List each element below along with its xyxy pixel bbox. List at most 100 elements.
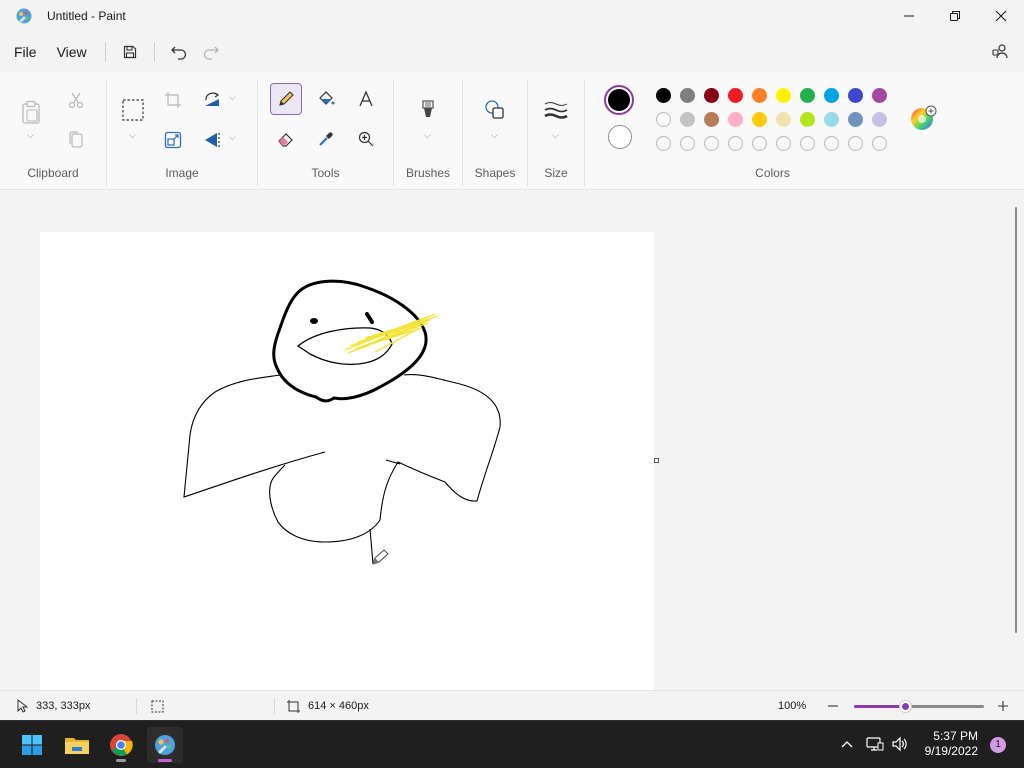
color-swatch[interactable] — [824, 112, 839, 127]
shapes-button[interactable] — [479, 94, 511, 126]
paint-taskbar-button[interactable] — [147, 727, 183, 763]
status-divider — [274, 698, 275, 714]
paste-chevron-down-icon[interactable]: ⌵ — [27, 130, 34, 141]
color-swatch[interactable] — [704, 112, 719, 127]
select-chevron-down-icon[interactable]: ⌵ — [129, 130, 136, 141]
crop-button[interactable] — [157, 84, 189, 116]
color-swatch[interactable] — [656, 112, 671, 127]
color-swatch[interactable] — [776, 88, 791, 103]
vertical-scrollbar[interactable] — [1015, 207, 1017, 633]
custom-color-slot[interactable] — [776, 136, 791, 151]
network-button[interactable] — [866, 736, 884, 755]
zoom-level-text[interactable]: 100% — [778, 691, 806, 721]
leg — [369, 528, 374, 565]
image-label: Image — [165, 166, 199, 180]
zoom-in-button[interactable] — [997, 691, 1009, 721]
custom-color-slot[interactable] — [656, 136, 671, 151]
color-swatch[interactable] — [872, 112, 887, 127]
zoom-slider[interactable] — [854, 701, 984, 712]
undo-button[interactable] — [163, 37, 195, 67]
color-swatch[interactable] — [656, 88, 671, 103]
text-tool[interactable] — [350, 83, 382, 115]
custom-color-slot[interactable] — [800, 136, 815, 151]
canvas-resize-handle[interactable] — [654, 458, 659, 463]
edit-colors-button[interactable] — [907, 102, 939, 134]
rotate-button[interactable] — [197, 84, 229, 116]
fill-tool[interactable] — [310, 83, 342, 115]
eraser-tool[interactable] — [270, 123, 302, 155]
custom-color-slot[interactable] — [824, 136, 839, 151]
zoom-slider-thumb[interactable] — [900, 701, 911, 712]
color-swatch[interactable] — [848, 88, 863, 103]
notification-badge[interactable]: 1 — [990, 737, 1006, 753]
size-chevron-down-icon[interactable]: ⌵ — [552, 130, 559, 141]
colors-label: Colors — [755, 166, 790, 180]
rotate-chevron-down-icon[interactable]: ⌵ — [229, 92, 236, 103]
close-button[interactable] — [978, 0, 1024, 32]
menu-divider — [153, 42, 155, 62]
minimize-button[interactable] — [886, 0, 932, 32]
brushes-button[interactable] — [412, 94, 444, 126]
menu-divider — [104, 42, 106, 62]
resize-button[interactable] — [157, 124, 189, 156]
head-outline — [272, 279, 428, 403]
crop-icon — [165, 92, 181, 108]
mouth — [296, 327, 393, 366]
color-swatch[interactable] — [872, 88, 887, 103]
color-swatch[interactable] — [752, 112, 767, 127]
color-swatch[interactable] — [800, 112, 815, 127]
custom-color-slot[interactable] — [680, 136, 695, 151]
save-button[interactable] — [114, 37, 146, 67]
color-swatch[interactable] — [752, 88, 767, 103]
start-button[interactable] — [14, 727, 50, 763]
zoom-out-button[interactable] — [827, 691, 839, 721]
brushes-chevron-down-icon[interactable]: ⌵ — [424, 130, 431, 141]
color-swatch[interactable] — [728, 112, 743, 127]
color-swatch[interactable] — [800, 88, 815, 103]
selection-size — [151, 691, 164, 721]
account-button[interactable] — [984, 36, 1016, 66]
magnifier-tool[interactable] — [350, 123, 382, 155]
color-picker-tool[interactable] — [310, 123, 342, 155]
file-explorer-button[interactable] — [59, 727, 95, 763]
color-swatch[interactable] — [824, 88, 839, 103]
size-button[interactable] — [540, 94, 572, 126]
rotate-icon — [205, 92, 220, 106]
custom-color-slot[interactable] — [848, 136, 863, 151]
file-menu[interactable]: File — [4, 37, 47, 67]
shapes-chevron-down-icon[interactable]: ⌵ — [491, 130, 498, 141]
primary-color-button[interactable] — [604, 85, 634, 115]
shapes-label: Shapes — [474, 166, 516, 180]
cursor-position-text: 333, 333px — [36, 700, 91, 712]
pointer-icon — [17, 699, 28, 713]
redo-button[interactable] — [195, 37, 227, 67]
color-swatch[interactable] — [728, 88, 743, 103]
color-swatch[interactable] — [776, 112, 791, 127]
cut-button[interactable] — [60, 84, 92, 116]
secondary-color-button[interactable] — [608, 125, 632, 149]
clock[interactable]: 5:37 PM 9/19/2022 — [925, 729, 978, 759]
flip-icon — [205, 133, 220, 147]
volume-button[interactable] — [891, 736, 909, 755]
color-swatch[interactable] — [680, 88, 695, 103]
restore-button[interactable] — [932, 0, 978, 32]
size-label: Size — [544, 166, 568, 180]
flip-button[interactable] — [197, 124, 229, 156]
custom-color-slot[interactable] — [872, 136, 887, 151]
eyedropper-icon — [319, 132, 333, 146]
color-swatch[interactable] — [848, 112, 863, 127]
view-menu[interactable]: View — [47, 37, 97, 67]
pencil-tool[interactable] — [270, 83, 302, 115]
custom-color-slot[interactable] — [752, 136, 767, 151]
color-swatch[interactable] — [704, 88, 719, 103]
chrome-button[interactable] — [103, 727, 139, 763]
show-hidden-icons-button[interactable] — [840, 737, 854, 754]
copy-button[interactable] — [60, 124, 92, 156]
custom-color-slot[interactable] — [728, 136, 743, 151]
color-swatch[interactable] — [680, 112, 695, 127]
select-button[interactable] — [117, 94, 149, 126]
drawing-canvas[interactable] — [40, 232, 654, 692]
flip-chevron-down-icon[interactable]: ⌵ — [229, 132, 236, 143]
paste-button[interactable] — [16, 94, 46, 130]
custom-color-slot[interactable] — [704, 136, 719, 151]
